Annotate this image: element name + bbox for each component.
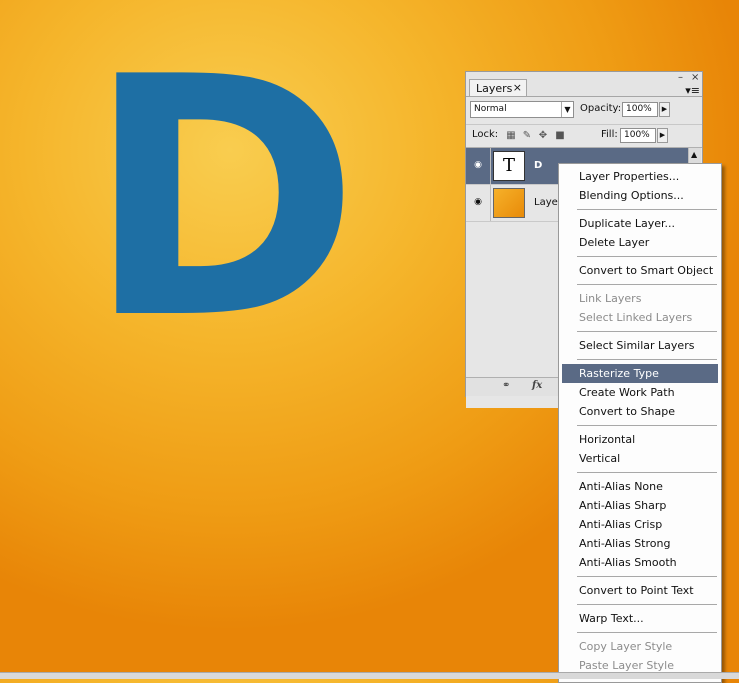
visibility-cell[interactable]: ◉ [466,185,491,221]
eye-icon[interactable]: ◉ [472,160,484,170]
opacity-label: Opacity: [580,103,622,114]
menu-item-create-work-path[interactable]: Create Work Path [562,383,718,402]
fill-slider-arrow-icon[interactable]: ▶ [657,128,668,143]
opacity-field[interactable]: 100% [622,102,658,117]
scroll-up-arrow-icon[interactable]: ▲ [691,150,697,159]
lock-row: Lock: ▦ ✎ ✥ ■ Fill: 100% ▶ [466,124,702,148]
lock-position-move-icon[interactable]: ✥ [537,130,549,142]
tab-layers[interactable]: Layers × [469,79,527,96]
lock-transparency-icon[interactable]: ▦ [505,130,517,142]
tab-label: Layers [476,82,513,95]
minimize-icon[interactable]: – [678,72,683,83]
menu-item-copy-layer-style: Copy Layer Style [579,640,673,653]
menu-separator [577,256,717,257]
fill-label: Fill: [601,129,618,140]
lock-label: Lock: [472,129,499,140]
chevron-down-icon: ▼ [561,102,573,117]
menu-item-convert-to-point-text[interactable]: Convert to Point Text [562,581,718,600]
menu-separator [577,284,717,285]
eye-icon[interactable]: ◉ [472,197,484,207]
menu-item-warp-text[interactable]: Warp Text... [562,609,718,628]
lock-pixels-brush-icon[interactable]: ✎ [521,130,533,142]
menu-item-delete-layer[interactable]: Delete Layer [562,233,718,252]
menu-item-select-similar-layers[interactable]: Select Similar Layers [562,336,718,355]
menu-separator [577,576,717,577]
menu-item-link-layers: Link Layers [579,292,642,305]
menu-separator [577,472,717,473]
tab-close-icon[interactable]: × [513,81,522,94]
close-icon[interactable]: × [691,72,699,83]
canvas-text-layer: D [86,7,360,391]
menu-item-blending-options[interactable]: Blending Options... [562,186,718,205]
menu-separator [577,425,717,426]
blend-row: Normal ▼ Opacity: 100% ▶ [469,100,701,120]
menu-separator [577,604,717,605]
menu-separator [577,209,717,210]
blend-mode-value: Normal [474,104,507,114]
menu-item-anti-alias-crisp[interactable]: Anti-Alias Crisp [562,515,718,534]
menu-item-anti-alias-none[interactable]: Anti-Alias None [562,477,718,496]
visibility-cell[interactable]: ◉ [466,148,491,184]
text-layer-thumbnail: T [493,151,525,181]
menu-item-anti-alias-strong[interactable]: Anti-Alias Strong [562,534,718,553]
fx-icon[interactable]: fx [532,380,542,391]
menu-item-anti-alias-sharp[interactable]: Anti-Alias Sharp [562,496,718,515]
menu-separator [577,331,717,332]
layer-context-menu: Layer Properties... Blending Options... Du… [558,163,722,683]
lock-all-icon[interactable]: ■ [554,130,566,142]
menu-item-convert-to-shape[interactable]: Convert to Shape [562,402,718,421]
link-layers-icon[interactable]: ⚭ [502,380,510,391]
menu-item-horizontal[interactable]: Horizontal [562,430,718,449]
gradient-layer-thumbnail [493,188,525,218]
menu-item-anti-alias-smooth[interactable]: Anti-Alias Smooth [562,553,718,572]
fill-field[interactable]: 100% [620,128,656,143]
opacity-slider-arrow-icon[interactable]: ▶ [659,102,670,117]
menu-separator [577,632,717,633]
menu-item-duplicate-layer[interactable]: Duplicate Layer... [562,214,718,233]
menu-item-layer-properties[interactable]: Layer Properties... [562,167,718,186]
layer-name[interactable]: D [534,160,542,171]
menu-item-select-linked-layers: Select Linked Layers [579,311,693,324]
menu-separator [577,359,717,360]
menu-item-convert-to-smart-object[interactable]: Convert to Smart Object [562,261,718,280]
blend-mode-select[interactable]: Normal ▼ [470,101,574,118]
menu-item-rasterize-type[interactable]: Rasterize Type [562,364,718,383]
menu-item-vertical[interactable]: Vertical [562,449,718,468]
